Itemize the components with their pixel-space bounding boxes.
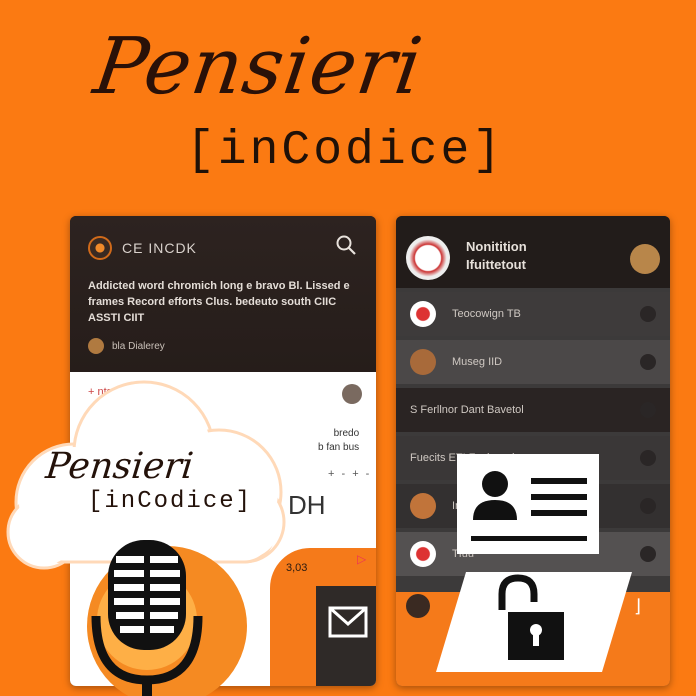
profile-header: Nonitition Ifuittetout	[396, 216, 670, 288]
app-name: CE INCDK	[122, 240, 197, 256]
episode-icon	[410, 541, 436, 567]
more-icon[interactable]	[640, 402, 656, 418]
episode-tags: bredo b fan bus	[318, 428, 360, 453]
avatar[interactable]	[630, 244, 660, 274]
unlock-icon	[436, 572, 632, 672]
main-title: Pensieri	[88, 22, 429, 112]
more-icon[interactable]	[640, 498, 656, 514]
podcast-logo-icon	[88, 236, 112, 260]
author-avatar	[88, 338, 104, 354]
episode-icon	[410, 493, 436, 519]
episode-icon	[410, 301, 436, 327]
list-item-label: Teocowign TB	[452, 308, 521, 320]
microphone-icon	[87, 540, 247, 696]
profile-title: Nonitition Ifuittetout	[466, 239, 527, 272]
id-card-icon	[457, 454, 599, 554]
search-icon[interactable]	[335, 234, 357, 262]
play-icon[interactable]: ▷	[357, 552, 366, 566]
author-row: bla Dialerey	[88, 338, 165, 354]
list-item[interactable]: Museg IID	[396, 340, 670, 384]
list-item[interactable]: Teocowign TB	[396, 292, 670, 336]
main-subtitle: [inCodice]	[186, 124, 505, 178]
list-item[interactable]: S Ferllnor Dant Bavetol	[396, 388, 670, 432]
more-icon[interactable]	[640, 546, 656, 562]
episode-controls[interactable]: + - + -	[328, 468, 371, 480]
more-icon[interactable]	[640, 450, 656, 466]
list-item-label: S Ferllnor Dant Bavetol	[410, 404, 524, 416]
mail-icon[interactable]	[328, 606, 368, 647]
author-name: bla Dialerey	[112, 340, 165, 352]
more-icon[interactable]	[640, 354, 656, 370]
episode-avatar	[342, 384, 362, 404]
player-control-icon[interactable]: ⌋	[634, 596, 641, 617]
logo-title: Pensieri	[43, 446, 196, 487]
episode-icon	[410, 349, 436, 375]
podcast-description: Addicted word chromich long e bravo Bl. …	[88, 280, 350, 324]
player-thumb[interactable]	[406, 594, 430, 618]
logo-subtitle: [inCodice]	[88, 488, 253, 515]
list-item-label: Museg IID	[452, 356, 503, 368]
profile-cover	[406, 236, 450, 280]
more-icon[interactable]	[640, 306, 656, 322]
